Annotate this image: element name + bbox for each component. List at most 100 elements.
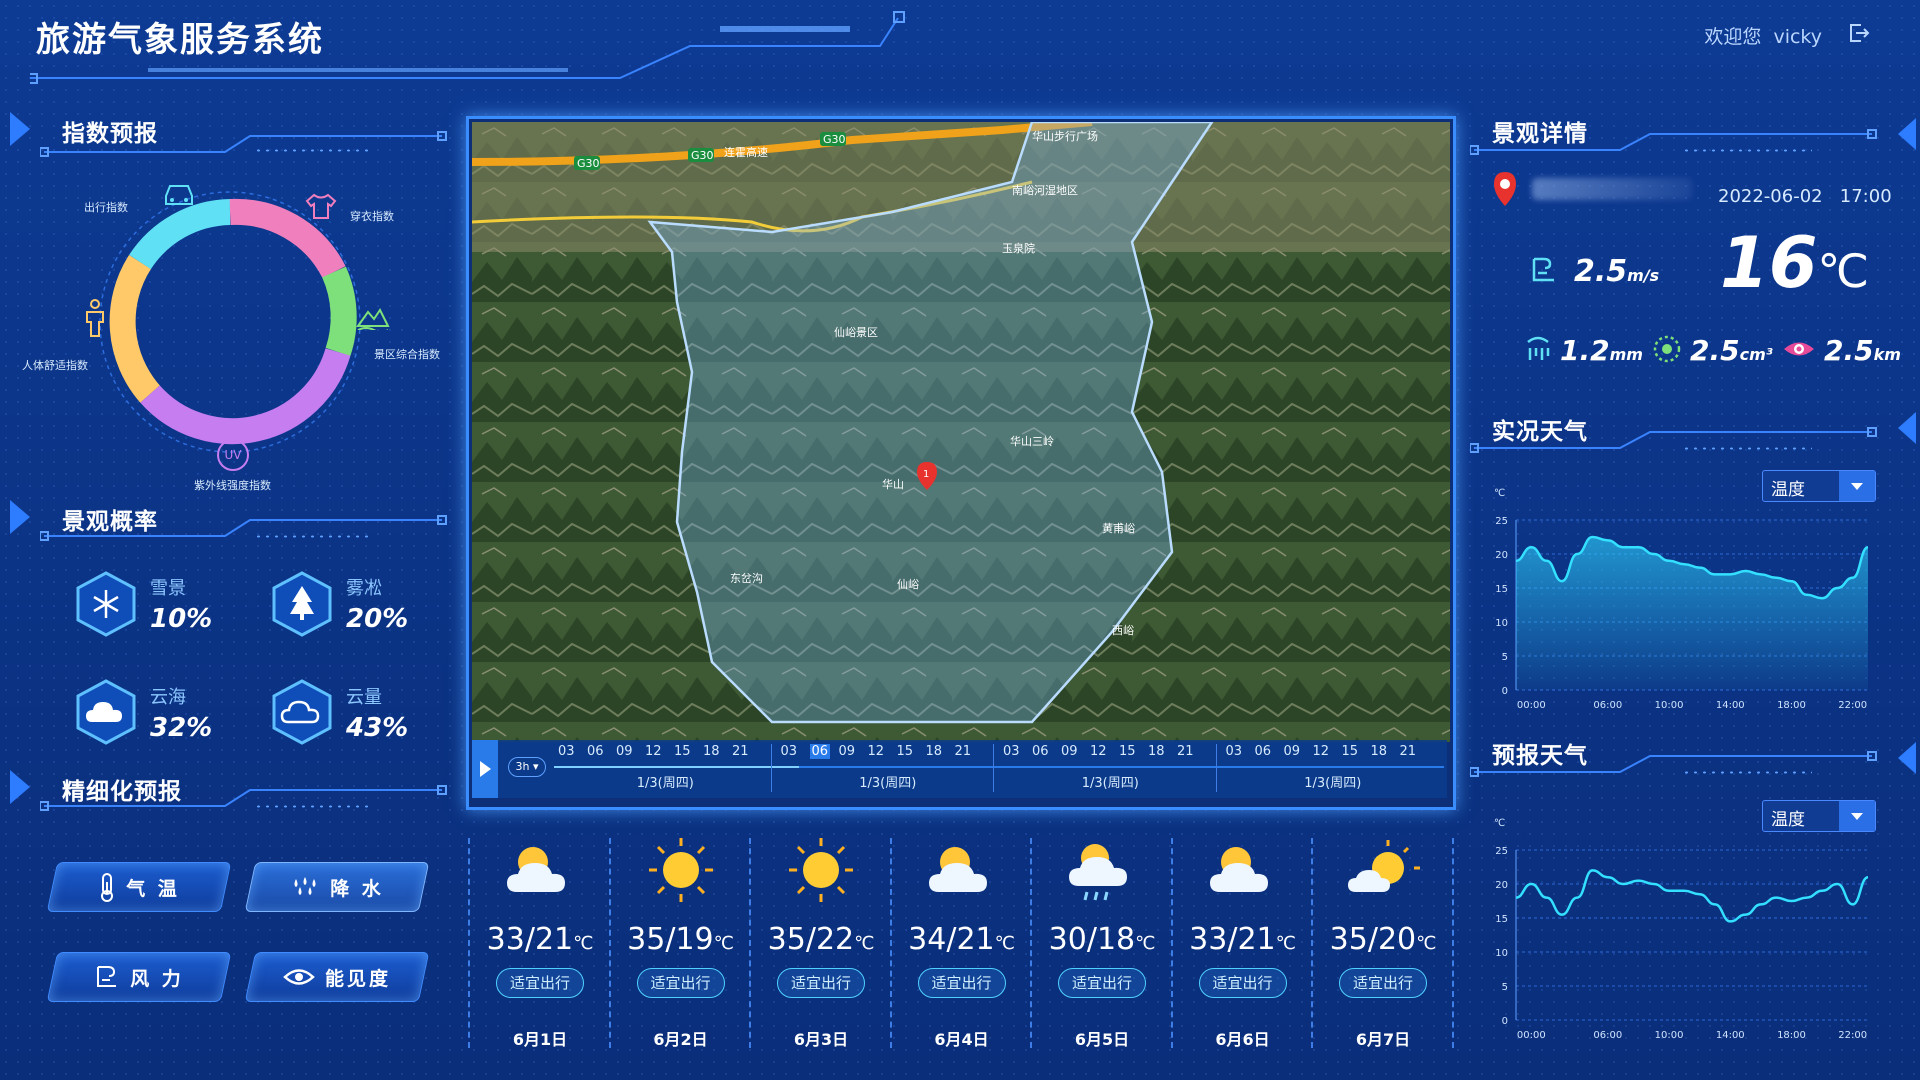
header-decoration — [30, 11, 905, 84]
timeline-hour[interactable]: 12 — [1090, 744, 1107, 759]
wind-button[interactable]: 风 力 — [46, 952, 232, 1002]
x-tick-label: 00:00 — [1517, 1030, 1546, 1040]
timeline-day[interactable]: 1/3(周四) — [1222, 772, 1445, 791]
timeline-hour[interactable]: 09 — [1284, 744, 1301, 759]
daily-date: 6月5日 — [1074, 1030, 1130, 1049]
precipitation-button[interactable]: 降 水 — [244, 862, 430, 912]
timeline-day[interactable]: 1/3(周四) — [777, 772, 1000, 791]
satellite-map[interactable]: G30 G30 G30 连霍高速 华山步行广场 南峪河湿地区 仙峪景区 华山 西… — [472, 122, 1450, 742]
timeline-hour[interactable]: 12 — [868, 744, 885, 759]
timeline-hour[interactable]: 12 — [1313, 744, 1330, 759]
visibility-button[interactable]: 能见度 — [244, 952, 430, 1002]
play-button[interactable] — [472, 740, 498, 798]
timeline-hour[interactable]: 09 — [839, 744, 856, 759]
timeline-hour[interactable]: 03 — [1003, 744, 1020, 759]
section-line — [1470, 129, 1877, 155]
daily-forecast-card[interactable]: 33/21℃ 适宜出行 6月6日 — [1173, 830, 1313, 1049]
svg-text:1: 1 — [923, 469, 929, 480]
scenic-index-label: 景区综合指数 — [374, 348, 440, 361]
timeline-hour[interactable]: 18 — [1148, 744, 1165, 759]
daily-forecast-card[interactable]: 30/18℃ 适宜出行 6月5日 — [1032, 830, 1172, 1049]
x-tick-label: 06:00 — [1593, 700, 1622, 710]
timeline-day[interactable]: 1/3(周四) — [554, 772, 777, 791]
timeline-hour[interactable]: 21 — [1177, 744, 1194, 759]
timeline-hour[interactable]: 06 — [587, 744, 604, 759]
map-timeline[interactable]: 3h ▾ 03 06 09 12 15 18 21 03 06 09 12 15 18 21 03 06 09 1… — [472, 740, 1447, 798]
timeline-hour[interactable]: 06 — [809, 744, 831, 759]
daily-forecast-card[interactable]: 34/21℃ 适宜出行 6月4日 — [892, 830, 1032, 1049]
particle-icon — [1653, 335, 1681, 363]
play-icon — [480, 761, 491, 777]
uv-index-label: 紫外线强度指数 — [194, 479, 271, 492]
y-axis-unit: ℃ — [1494, 818, 1505, 829]
map-label: 玉泉院 — [1002, 241, 1035, 255]
timeline-hour[interactable]: 15 — [897, 744, 914, 759]
timeline-hour[interactable]: 15 — [1342, 744, 1359, 759]
daily-date: 6月4日 — [934, 1030, 989, 1049]
daily-forecast-card[interactable]: 33/21℃ 适宜出行 6月1日 — [470, 830, 610, 1049]
timeline-hour[interactable]: 06 — [1255, 744, 1272, 759]
timeline-hour[interactable]: 09 — [616, 744, 633, 759]
timeline-hour[interactable]: 15 — [1119, 744, 1136, 759]
timeline-hour[interactable]: 21 — [955, 744, 972, 759]
visibility-value: 2.5km — [1824, 334, 1901, 367]
interval-select[interactable]: 3h ▾ — [508, 757, 546, 777]
section-line — [1470, 427, 1877, 453]
timeline-hour[interactable]: 18 — [1371, 744, 1388, 759]
detail-datetime: 2022-06-02 17:00 — [1718, 186, 1892, 207]
y-tick-label: 20 — [1495, 550, 1508, 561]
snowflake-icon — [76, 571, 136, 637]
timeline-hour[interactable]: 09 — [1061, 744, 1078, 759]
timeline-hour[interactable]: 18 — [926, 744, 943, 759]
travel-suitability-tag: 适宜出行 — [496, 968, 584, 998]
y-tick-label: 20 — [1495, 880, 1508, 891]
timeline-hour[interactable]: 03 — [781, 744, 798, 759]
daily-forecast-card[interactable]: 35/22℃ 适宜出行 6月3日 — [751, 830, 891, 1049]
forecast-weather-chart: ℃ 0 5 10 15 20 25 00:00 06:00 10:00 14:00 18:00 22:0… — [1494, 818, 1869, 1040]
welcome-label: 欢迎您 — [1704, 26, 1762, 48]
section-arrow-icon — [10, 500, 30, 534]
wind-speed: 2.5m/s — [1574, 254, 1660, 289]
map-frame[interactable]: G30 G30 G30 连霍高速 华山步行广场 南峪河湿地区 仙峪景区 华山 西… — [466, 116, 1456, 810]
partly-cloudy-icon — [1209, 847, 1268, 892]
travel-suitability-tag: 适宜出行 — [1339, 968, 1427, 998]
timeline-hour[interactable]: 15 — [674, 744, 691, 759]
map-label-g30: G30 — [691, 149, 714, 162]
section-arrow-icon — [1898, 742, 1916, 774]
timeline-hour[interactable]: 18 — [703, 744, 720, 759]
map-label: 华山三岭 — [1010, 434, 1054, 448]
location-pin-icon — [1494, 172, 1516, 206]
comfort-index-label: 人体舒适指数 — [22, 359, 88, 372]
map-label: 华山 — [882, 477, 904, 491]
series-area — [1516, 537, 1868, 690]
timeline-day[interactable]: 1/3(周四) — [999, 772, 1222, 791]
partly-cloudy-icon — [928, 847, 987, 892]
daily-date: 6月3日 — [793, 1030, 849, 1049]
timeline-hour[interactable]: 21 — [1400, 744, 1417, 759]
x-tick-label: 18:00 — [1777, 700, 1806, 710]
raindrops-icon — [294, 877, 316, 895]
live-weather-chart: ℃ 0 5 10 15 20 25 00:00 06:00 10:00 14:00 18:00 22:0… — [1494, 488, 1869, 710]
timeline-hour[interactable]: 06 — [1032, 744, 1049, 759]
x-tick-label: 00:00 — [1517, 700, 1546, 710]
map-label-g30: G30 — [577, 157, 600, 170]
daily-forecast-card[interactable]: 35/19℃ 适宜出行 6月2日 — [611, 830, 751, 1049]
temperature-button[interactable]: 气 温 — [46, 862, 232, 912]
logout-icon[interactable] — [1848, 22, 1870, 44]
daily-temp: 35/22℃ — [767, 922, 875, 957]
rain-gauge-icon — [1527, 336, 1550, 360]
x-tick-label: 10:00 — [1655, 1030, 1684, 1040]
map-label: 南峪河湿地区 — [1012, 184, 1078, 197]
travel-suitability-tag: 适宜出行 — [636, 968, 725, 998]
daily-forecast-card[interactable]: 35/20℃ 适宜出行 6月7日 — [1313, 830, 1453, 1049]
timeline-hour[interactable]: 21 — [732, 744, 749, 759]
x-tick-label: 14:00 — [1716, 1030, 1745, 1040]
map-label-g30: G30 — [823, 133, 846, 146]
timeline-hour[interactable]: 12 — [645, 744, 662, 759]
map-label: 仙峪景区 — [834, 326, 878, 339]
prob-name-snow: 雪景 — [150, 578, 186, 599]
partly-cloudy-icon — [507, 847, 565, 892]
y-tick-label: 10 — [1495, 948, 1508, 959]
timeline-hour[interactable]: 03 — [1226, 744, 1243, 759]
timeline-hour[interactable]: 03 — [558, 744, 575, 759]
